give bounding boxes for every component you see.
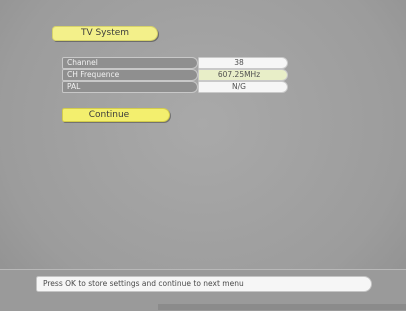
- bottom-shade-divider: [158, 304, 406, 310]
- tv-menu-screen: TV System Channel 38 CH Frequence 607.25…: [0, 0, 406, 311]
- ch-frequence-label-text: CH Frequence: [67, 70, 120, 79]
- status-message: Press OK to store settings and continue …: [36, 276, 372, 292]
- pal-value[interactable]: N/G: [198, 81, 288, 93]
- channel-label[interactable]: Channel: [62, 57, 198, 69]
- channel-value[interactable]: 38: [198, 57, 288, 69]
- ch-frequence-label[interactable]: CH Frequence: [62, 69, 198, 81]
- channel-value-text: 38: [234, 58, 244, 67]
- pal-value-text: N/G: [232, 82, 246, 91]
- pal-label-text: PAL: [67, 82, 81, 91]
- menu-title-text: TV System: [80, 28, 130, 38]
- menu-title: TV System: [52, 26, 158, 41]
- pal-label[interactable]: PAL: [62, 81, 198, 93]
- ch-frequence-value[interactable]: 607.25MHz: [198, 69, 288, 81]
- continue-button[interactable]: Continue: [62, 108, 170, 122]
- status-message-text: Press OK to store settings and continue …: [43, 279, 244, 288]
- ch-frequence-value-text: 607.25MHz: [217, 70, 261, 79]
- continue-button-label: Continue: [88, 110, 130, 120]
- channel-label-text: Channel: [67, 58, 98, 67]
